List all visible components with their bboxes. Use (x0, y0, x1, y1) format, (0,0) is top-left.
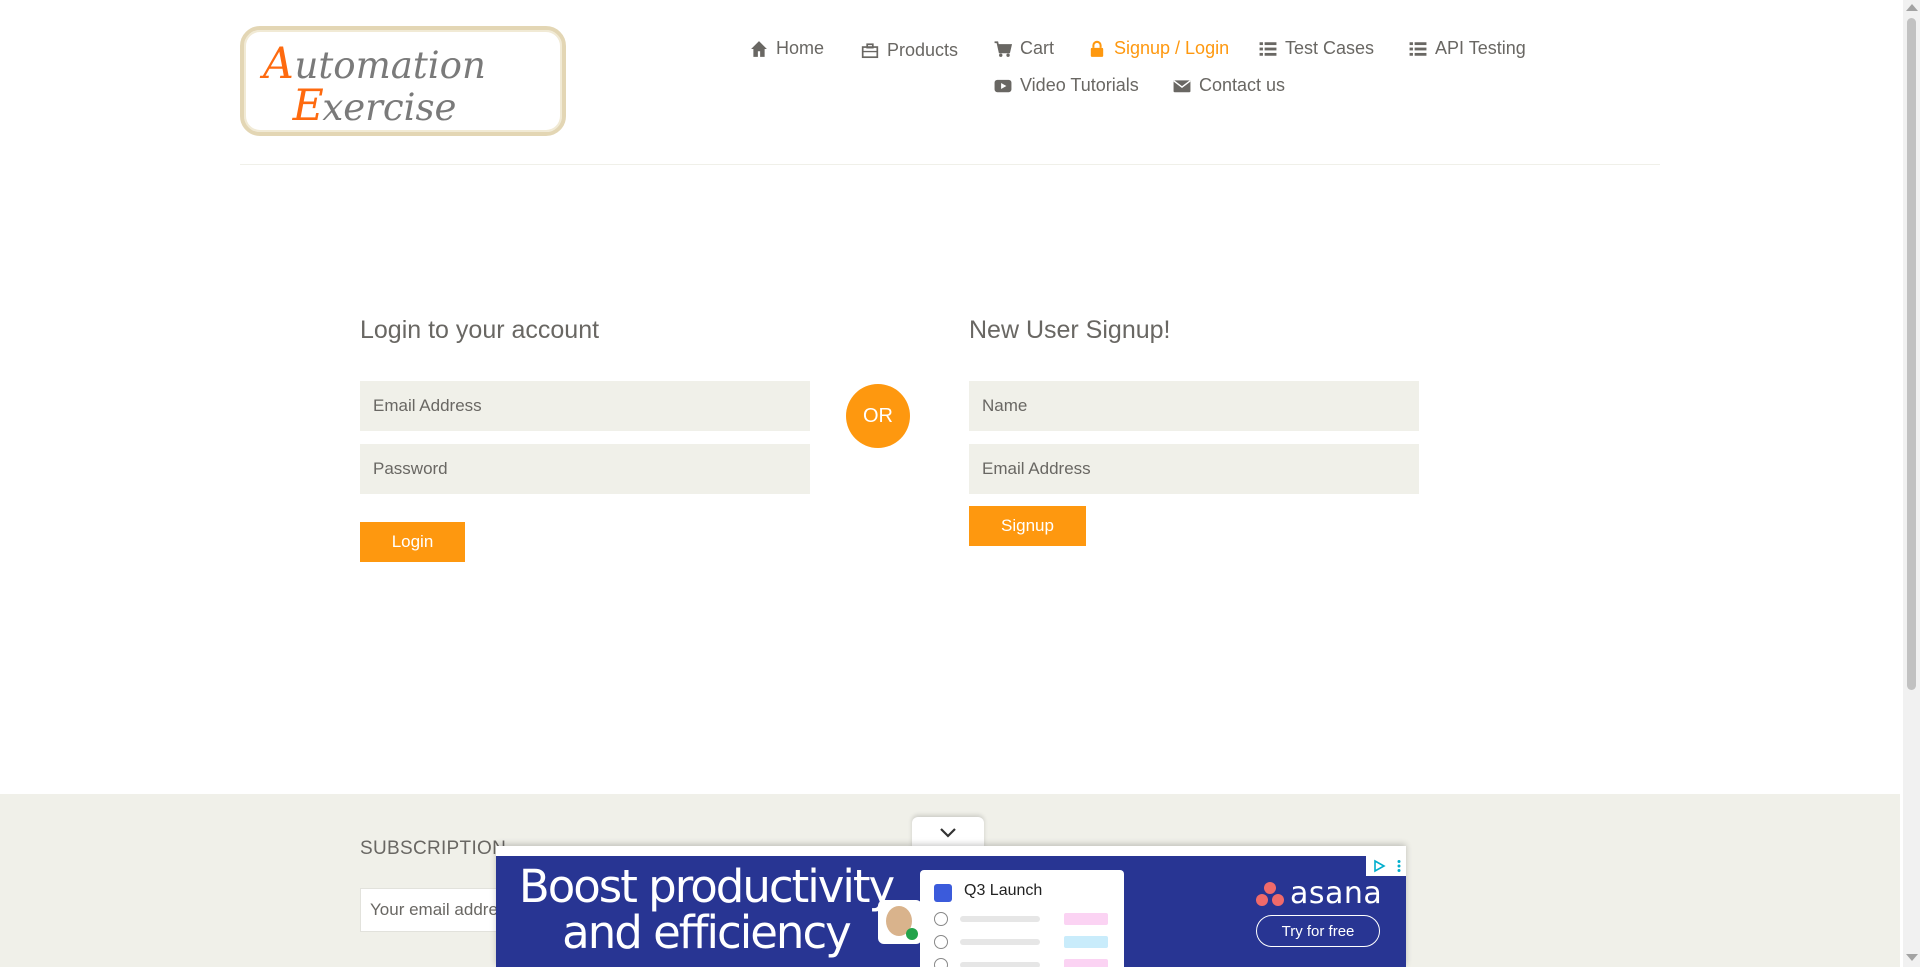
envelope-icon (1173, 79, 1191, 92)
nav-products[interactable]: Products (861, 40, 958, 61)
login-title: Login to your account (360, 316, 600, 344)
ad-task-row (934, 958, 1114, 967)
scroll-down-arrow-icon[interactable] (1906, 954, 1918, 961)
subscription-title: SUBSCRIPTION (360, 838, 507, 859)
scroll-thumb[interactable] (1907, 18, 1916, 690)
ad-task-row (934, 935, 1114, 949)
login-password-input[interactable] (360, 444, 810, 494)
main-nav: Home Products Cart Signup / Login Test C… (0, 0, 1900, 170)
ad-avatar (878, 900, 922, 944)
nav-cart[interactable]: Cart (994, 38, 1054, 59)
briefcase-icon (861, 42, 879, 58)
nav-test-cases-label: Test Cases (1285, 38, 1375, 58)
nav-video-tutorials-label: Video Tutorials (1020, 75, 1139, 95)
header-divider (240, 164, 1660, 165)
signup-button[interactable]: Signup (969, 506, 1086, 546)
scroll-up-arrow-icon[interactable] (1906, 4, 1918, 11)
list-icon (1259, 41, 1277, 56)
asana-dots-icon (1256, 881, 1284, 906)
nav-contact-us[interactable]: Contact us (1173, 75, 1285, 96)
cart-icon (994, 40, 1012, 57)
ad-task-row (934, 912, 1114, 926)
ad-cta-button[interactable]: Try for free (1256, 915, 1380, 947)
nav-home[interactable]: Home (750, 38, 824, 59)
or-separator: OR (846, 384, 910, 448)
login-button[interactable]: Login (360, 522, 465, 562)
more-options-icon (1397, 860, 1400, 872)
lock-badge-icon (934, 884, 952, 902)
page-scrollbar[interactable] (1903, 0, 1920, 967)
nav-test-cases[interactable]: Test Cases (1259, 38, 1374, 59)
youtube-icon (994, 79, 1012, 92)
signup-email-input[interactable] (969, 444, 1419, 494)
nav-contact-us-label: Contact us (1199, 75, 1286, 95)
ad-headline: Boost productivity and efficiency (518, 860, 895, 959)
login-email-input[interactable] (360, 381, 810, 431)
home-icon (751, 40, 767, 57)
ad-collapse-button[interactable] (912, 817, 984, 849)
nav-api-testing-label: API Testing (1435, 38, 1526, 58)
chevron-down-icon (940, 828, 956, 838)
nav-cart-label: Cart (1020, 38, 1055, 58)
nav-signup-login[interactable]: Signup / Login (1088, 38, 1229, 59)
page: A utomation E xercise Home Products Cart… (0, 0, 1900, 967)
ad-info-icon (1373, 859, 1386, 873)
ad-card-title: Q3 Launch (964, 882, 1043, 899)
nav-home-label: Home (776, 38, 825, 58)
asana-wordmark: asana (1290, 876, 1383, 911)
asana-logo: asana (1256, 876, 1382, 911)
signup-title: New User Signup! (969, 316, 1171, 344)
ad-content[interactable]: Boost productivity and efficiency Q3 Lau… (496, 856, 1406, 967)
nav-api-testing[interactable]: API Testing (1409, 38, 1526, 59)
nav-products-label: Products (887, 40, 959, 60)
list-icon (1409, 41, 1427, 56)
lock-icon (1090, 40, 1104, 57)
ad-banner[interactable]: Boost productivity and efficiency Q3 Lau… (496, 846, 1406, 967)
nav-video-tutorials[interactable]: Video Tutorials (994, 75, 1139, 96)
nav-signup-login-label: Signup / Login (1114, 38, 1230, 58)
signup-name-input[interactable] (969, 381, 1419, 431)
ad-choices[interactable] (1366, 856, 1406, 876)
ad-task-card: Q3 Launch (920, 870, 1124, 967)
